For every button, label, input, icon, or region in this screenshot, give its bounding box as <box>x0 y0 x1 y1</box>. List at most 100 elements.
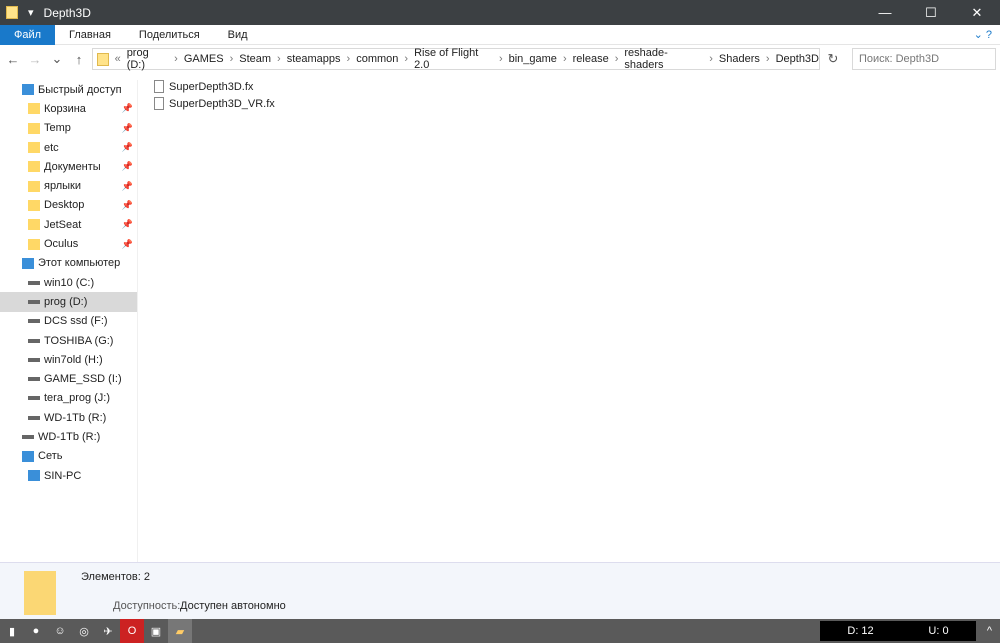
title-bar: ▾ Depth3D — ☐ ✕ <box>0 0 1000 25</box>
breadcrumb-item[interactable]: release <box>573 53 609 65</box>
sidebar-drive[interactable]: WD-1Tb (R:) <box>0 427 137 446</box>
tray-expand-icon[interactable]: ^ <box>987 625 992 637</box>
item-label: GAME_SSD (I:) <box>44 373 122 386</box>
tab-home[interactable]: Главная <box>55 25 125 45</box>
path-separator[interactable]: › <box>174 53 178 65</box>
sidebar-item[interactable]: JetSeat 📌 <box>0 215 137 234</box>
sidebar-network-item[interactable]: SIN-PC <box>0 466 137 485</box>
minimize-button[interactable]: — <box>862 5 908 21</box>
sidebar-item[interactable]: Корзина 📌 <box>0 99 137 118</box>
sidebar-this-pc[interactable]: Этот компьютер <box>0 254 137 273</box>
close-button[interactable]: ✕ <box>954 5 1000 21</box>
file-item[interactable]: SuperDepth3D_VR.fx <box>154 95 275 112</box>
explorer-icon[interactable]: ▰ <box>168 619 192 643</box>
pin-icon[interactable]: 📌 <box>122 103 133 114</box>
pin-icon[interactable]: 📌 <box>122 161 133 172</box>
app-icon[interactable]: ● <box>24 619 48 643</box>
path-separator[interactable]: › <box>766 53 770 65</box>
item-label: TOSHIBA (G:) <box>44 334 114 347</box>
drive-icon <box>28 377 40 382</box>
path-separator[interactable]: › <box>230 53 234 65</box>
breadcrumb-item[interactable]: Depth3D <box>776 53 819 65</box>
sidebar-drive[interactable]: prog (D:) <box>0 292 137 312</box>
maximize-button[interactable]: ☐ <box>908 5 954 21</box>
up-button[interactable]: ↑ <box>70 52 88 67</box>
breadcrumb-item[interactable]: prog (D:) <box>127 47 168 71</box>
sidebar-drive[interactable]: win7old (H:) <box>0 350 137 369</box>
path-separator[interactable]: › <box>277 53 281 65</box>
item-label: Документы <box>44 160 101 173</box>
folder-icon <box>28 238 40 250</box>
path-separator[interactable]: › <box>563 53 567 65</box>
path-separator[interactable]: › <box>615 53 619 65</box>
ribbon: Файл Главная Поделиться Вид ⌄ ? <box>0 24 1000 45</box>
sidebar-item[interactable]: ярлыки 📌 <box>0 176 137 195</box>
sidebar-drive[interactable]: GAME_SSD (I:) <box>0 369 137 388</box>
navigation-bar: ← → ⌄ ↑ « prog (D:) › GAMES › Steam › steamapp… <box>0 45 1000 73</box>
search-input[interactable]: Поиск: Depth3D <box>852 48 996 70</box>
sidebar-item[interactable]: Desktop 📌 <box>0 196 137 215</box>
sidebar-drive[interactable]: TOSHIBA (G:) <box>0 331 137 350</box>
item-label: Temp <box>44 122 71 135</box>
sidebar-item[interactable]: Temp 📌 <box>0 119 137 138</box>
path-separator[interactable]: › <box>404 53 408 65</box>
sidebar-item[interactable]: Oculus 📌 <box>0 234 137 253</box>
availability-label: Доступность: <box>113 600 181 612</box>
file-list: SuperDepth3D.fx SuperDepth3D_VR.fx <box>154 78 275 112</box>
path-separator[interactable]: › <box>499 53 503 65</box>
oculus-icon[interactable]: ▣ <box>144 619 168 643</box>
item-label: tera_prog (J:) <box>44 392 111 405</box>
pin-icon[interactable]: 📌 <box>122 142 133 153</box>
sidebar-network[interactable]: Сеть <box>0 447 137 466</box>
sidebar-item[interactable]: Документы 📌 <box>0 157 137 176</box>
path-separator[interactable]: › <box>709 53 713 65</box>
pin-icon[interactable]: 📌 <box>122 239 133 250</box>
path-separator[interactable]: › <box>347 53 351 65</box>
back-button[interactable]: ← <box>4 52 22 67</box>
app-icon[interactable]: ☺ <box>48 619 72 643</box>
tab-file[interactable]: Файл <box>0 24 56 45</box>
address-bar[interactable]: « prog (D:) › GAMES › Steam › steamapps › common… <box>92 47 820 71</box>
drive-icon <box>28 319 40 324</box>
tab-view[interactable]: Вид <box>214 25 262 45</box>
sidebar-drive[interactable]: DCS ssd (F:) <box>0 312 137 331</box>
pin-icon[interactable]: 📌 <box>122 219 133 230</box>
app-icon[interactable]: ▮ <box>0 619 24 643</box>
item-label: Desktop <box>44 199 85 212</box>
breadcrumb-item[interactable]: Rise of Flight 2.0 <box>414 47 493 71</box>
app-icon[interactable]: ✈ <box>96 619 120 643</box>
breadcrumb-item[interactable]: reshade-shaders <box>624 47 703 71</box>
sidebar-drive[interactable]: WD-1Tb (R:) <box>0 408 137 427</box>
pin-icon[interactable]: 📌 <box>122 123 133 134</box>
folder-icon <box>28 122 40 134</box>
recent-dropdown[interactable]: ⌄ <box>48 51 66 67</box>
breadcrumb-item[interactable]: common <box>356 53 398 65</box>
opera-icon[interactable]: O <box>120 619 144 643</box>
network-meter: D: 12 U: 0 <box>820 621 976 641</box>
drive-icon <box>28 280 40 285</box>
refresh-button[interactable]: ↻ <box>824 51 842 67</box>
app-icon[interactable]: ◎ <box>72 619 96 643</box>
sidebar-item[interactable]: etc 📌 <box>0 138 137 157</box>
breadcrumb-item[interactable]: Shaders <box>719 53 760 65</box>
forward-button[interactable]: → <box>26 52 44 67</box>
pin-icon[interactable]: 📌 <box>122 200 133 211</box>
breadcrumb-item[interactable]: Steam <box>239 53 271 65</box>
breadcrumb-item[interactable]: steamapps <box>287 53 341 65</box>
sidebar-drive[interactable]: tera_prog (J:) <box>0 389 137 408</box>
breadcrumb-item[interactable]: bin_game <box>509 53 557 65</box>
availability-value: Доступен автономно <box>180 600 286 612</box>
pin-icon[interactable]: 📌 <box>122 181 133 192</box>
item-label: WD-1Tb (R:) <box>38 430 101 443</box>
help-icon[interactable]: ⌄ ? <box>974 28 992 41</box>
item-label: Сеть <box>38 450 63 463</box>
sidebar-drive[interactable]: win10 (C:) <box>0 273 137 292</box>
breadcrumb-item[interactable]: GAMES <box>184 53 224 65</box>
overflow-chevron[interactable]: « <box>115 53 121 65</box>
folder-icon <box>28 199 40 211</box>
sidebar-quick-access[interactable]: Быстрый доступ <box>0 80 137 99</box>
file-name: SuperDepth3D_VR.fx <box>169 97 275 110</box>
file-item[interactable]: SuperDepth3D.fx <box>154 78 275 95</box>
tab-share[interactable]: Поделиться <box>125 25 214 45</box>
quick-access-dropdown[interactable]: ▾ <box>28 6 34 19</box>
